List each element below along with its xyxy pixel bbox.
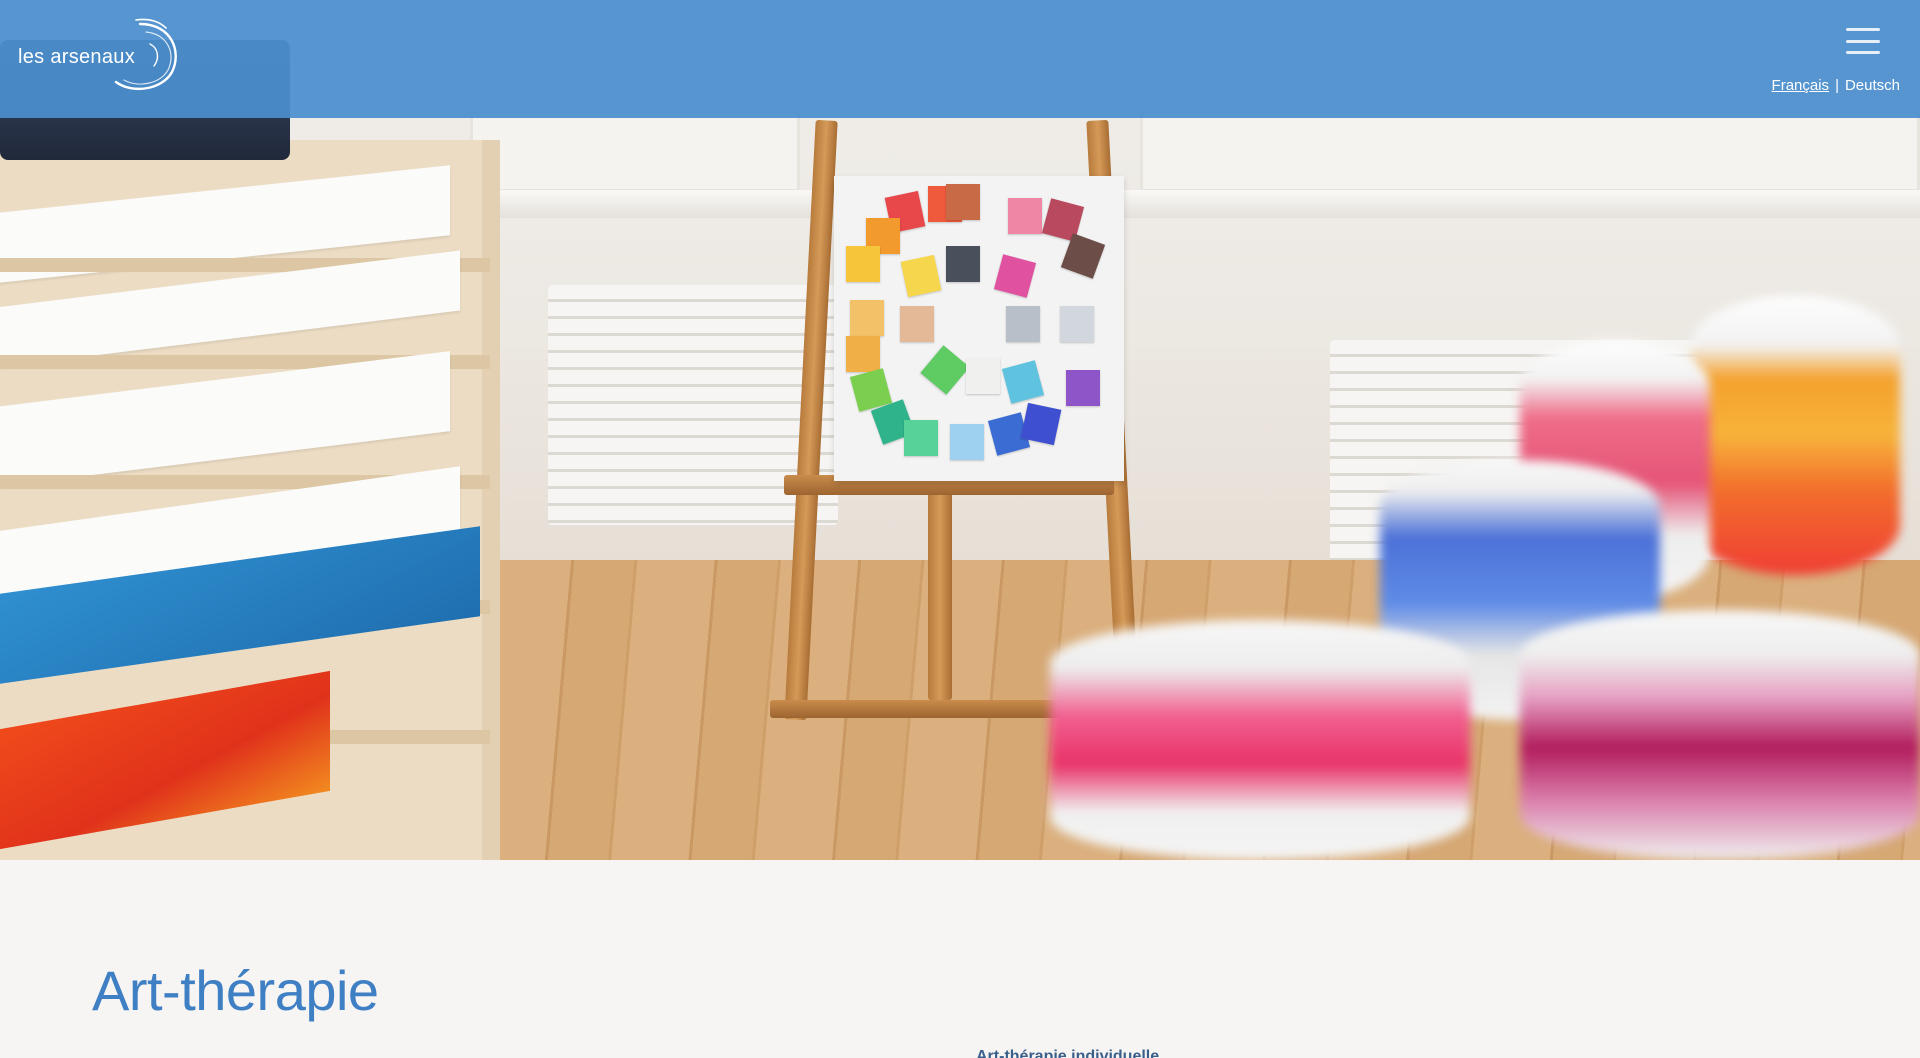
hero-image — [0, 0, 1920, 860]
lang-link-deutsch[interactable]: Deutsch — [1845, 77, 1900, 94]
site-logo[interactable]: les arsenaux — [18, 18, 177, 94]
hamburger-icon-line — [1846, 51, 1880, 54]
hero-window — [1140, 110, 1920, 192]
easel-leg — [928, 470, 952, 700]
hero-window — [470, 110, 800, 192]
color-wheel-canvas — [834, 176, 1124, 481]
logo-text: les arsenaux — [18, 45, 135, 68]
hamburger-menu-button[interactable] — [1846, 26, 1882, 56]
lang-link-francais[interactable]: Français — [1772, 77, 1830, 94]
hero-window-sill — [470, 190, 1920, 218]
section-subheading: Art-thérapie individuelle — [976, 1048, 1160, 1058]
lang-separator: | — [1835, 77, 1839, 94]
hamburger-icon-line — [1846, 28, 1880, 31]
site-header: les arsenaux Français | Deutsch — [0, 0, 1920, 118]
hamburger-icon-line — [1846, 39, 1880, 43]
page-title: Art-thérapie — [92, 959, 379, 1022]
language-switcher: Français | Deutsch — [1772, 77, 1900, 94]
